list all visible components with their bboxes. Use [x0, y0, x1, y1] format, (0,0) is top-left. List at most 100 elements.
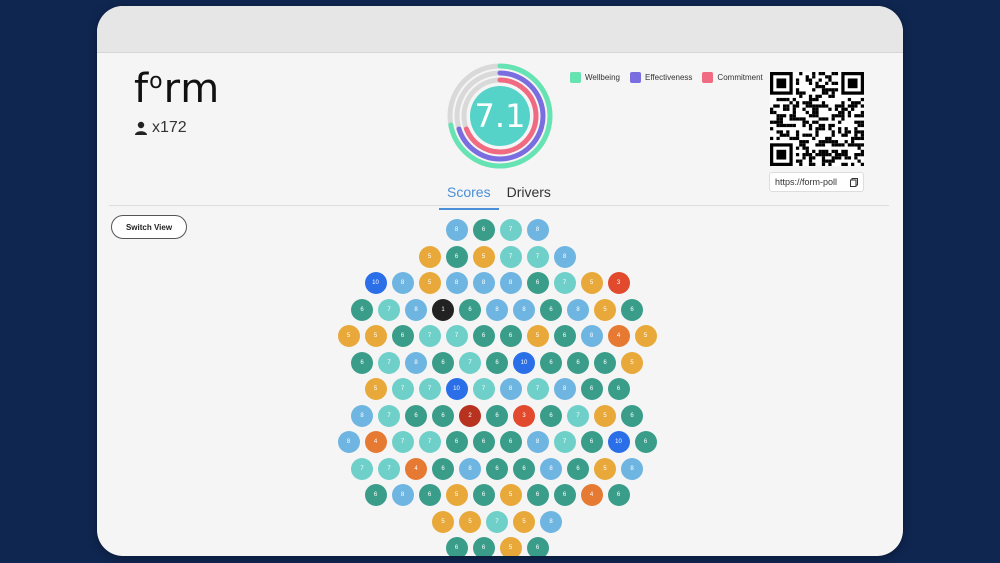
score-dot[interactable]: 6 [472, 219, 495, 241]
score-dot[interactable]: 5 [634, 325, 657, 347]
score-dot[interactable]: 7 [526, 245, 549, 268]
score-dot[interactable]: 4 [364, 431, 387, 453]
score-dot[interactable]: 8 [513, 298, 535, 321]
score-dot[interactable]: 6 [526, 272, 549, 294]
score-dot[interactable]: 5 [418, 245, 441, 268]
score-dot[interactable]: 6 [472, 325, 495, 347]
score-dot[interactable]: 6 [607, 484, 630, 506]
score-dot[interactable]: 6 [418, 484, 441, 506]
score-dot[interactable]: 2 [459, 404, 481, 427]
score-dot[interactable]: 6 [513, 457, 535, 480]
score-dot[interactable]: 5 [594, 298, 616, 321]
score-dot[interactable]: 6 [432, 351, 454, 374]
score-dot[interactable]: 6 [486, 351, 508, 374]
score-dot[interactable]: 6 [607, 378, 630, 400]
score-dot[interactable]: 6 [526, 537, 549, 556]
score-dot[interactable]: 7 [391, 378, 414, 400]
score-dot[interactable]: 6 [499, 431, 522, 453]
score-dot[interactable]: 6 [432, 404, 454, 427]
score-dot[interactable]: 6 [526, 484, 549, 506]
score-dot[interactable]: 6 [580, 378, 603, 400]
score-dot[interactable]: 7 [378, 404, 400, 427]
score-dot[interactable]: 8 [526, 219, 549, 241]
score-dot[interactable]: 6 [391, 325, 414, 347]
score-dot[interactable]: 7 [418, 325, 441, 347]
score-dot[interactable]: 7 [472, 378, 495, 400]
score-dot[interactable]: 6 [459, 298, 481, 321]
score-dot[interactable]: 8 [540, 510, 562, 533]
score-dot[interactable]: 6 [594, 351, 616, 374]
score-dot[interactable]: 8 [553, 378, 576, 400]
score-dot[interactable]: 5 [621, 351, 643, 374]
score-dot[interactable]: 5 [594, 404, 616, 427]
score-dot[interactable]: 5 [418, 272, 441, 294]
score-dot[interactable]: 8 [567, 298, 589, 321]
score-dot[interactable]: 8 [472, 272, 495, 294]
score-dot[interactable]: 7 [351, 457, 373, 480]
score-dot[interactable]: 7 [445, 325, 468, 347]
score-dot[interactable]: 7 [567, 404, 589, 427]
score-dot[interactable]: 6 [432, 457, 454, 480]
score-dot[interactable]: 8 [486, 298, 508, 321]
score-dot[interactable]: 6 [445, 245, 468, 268]
score-dot[interactable]: 8 [526, 431, 549, 453]
score-dot[interactable]: 10 [607, 431, 630, 453]
score-dot[interactable]: 5 [337, 325, 360, 347]
score-dot[interactable]: 8 [445, 272, 468, 294]
score-dot[interactable]: 6 [499, 325, 522, 347]
score-dot[interactable]: 8 [405, 351, 427, 374]
score-dot[interactable]: 5 [513, 510, 535, 533]
score-dot[interactable]: 8 [499, 378, 522, 400]
score-dot[interactable]: 7 [499, 219, 522, 241]
score-dot[interactable]: 6 [486, 404, 508, 427]
score-dot[interactable]: 5 [526, 325, 549, 347]
score-dot[interactable]: 1 [432, 298, 454, 321]
score-dot[interactable]: 5 [364, 325, 387, 347]
score-dot[interactable]: 6 [486, 457, 508, 480]
score-dot[interactable]: 8 [540, 457, 562, 480]
score-dot[interactable]: 7 [499, 245, 522, 268]
score-dot[interactable]: 5 [580, 272, 603, 294]
score-dot[interactable]: 8 [499, 272, 522, 294]
score-dot[interactable]: 6 [540, 404, 562, 427]
score-dot[interactable]: 8 [337, 431, 360, 453]
score-dot[interactable]: 3 [607, 272, 630, 294]
score-dot[interactable]: 10 [445, 378, 468, 400]
score-dot[interactable]: 8 [351, 404, 373, 427]
score-dot[interactable]: 10 [513, 351, 535, 374]
score-dot[interactable]: 6 [634, 431, 657, 453]
score-dot[interactable]: 6 [567, 457, 589, 480]
score-dot[interactable]: 4 [580, 484, 603, 506]
score-dot[interactable]: 8 [391, 272, 414, 294]
score-dot[interactable]: 6 [540, 298, 562, 321]
score-dot[interactable]: 8 [580, 325, 603, 347]
score-dot[interactable]: 8 [445, 219, 468, 241]
score-dot[interactable]: 6 [351, 298, 373, 321]
score-dot[interactable]: 5 [472, 245, 495, 268]
score-dot[interactable]: 6 [553, 484, 576, 506]
score-dot[interactable]: 6 [405, 404, 427, 427]
score-dot[interactable]: 6 [445, 431, 468, 453]
score-dot[interactable]: 6 [553, 325, 576, 347]
score-dot[interactable]: 7 [553, 431, 576, 453]
score-dot[interactable]: 7 [459, 351, 481, 374]
score-dot[interactable]: 3 [513, 404, 535, 427]
score-dot[interactable]: 7 [553, 272, 576, 294]
score-dot[interactable]: 6 [364, 484, 387, 506]
score-dot[interactable]: 4 [607, 325, 630, 347]
score-dot[interactable]: 8 [459, 457, 481, 480]
score-dot[interactable]: 6 [472, 537, 495, 556]
score-dot[interactable]: 4 [405, 457, 427, 480]
score-dot[interactable]: 6 [472, 431, 495, 453]
score-dot[interactable]: 10 [364, 272, 387, 294]
score-dot[interactable]: 7 [486, 510, 508, 533]
score-dot[interactable]: 5 [432, 510, 454, 533]
score-dot[interactable]: 7 [391, 431, 414, 453]
score-dot[interactable]: 6 [580, 431, 603, 453]
score-dot[interactable]: 5 [499, 484, 522, 506]
score-dot[interactable]: 8 [553, 245, 576, 268]
score-dot[interactable]: 5 [459, 510, 481, 533]
score-dot[interactable]: 8 [405, 298, 427, 321]
score-dot[interactable]: 5 [499, 537, 522, 556]
score-dot[interactable]: 5 [364, 378, 387, 400]
